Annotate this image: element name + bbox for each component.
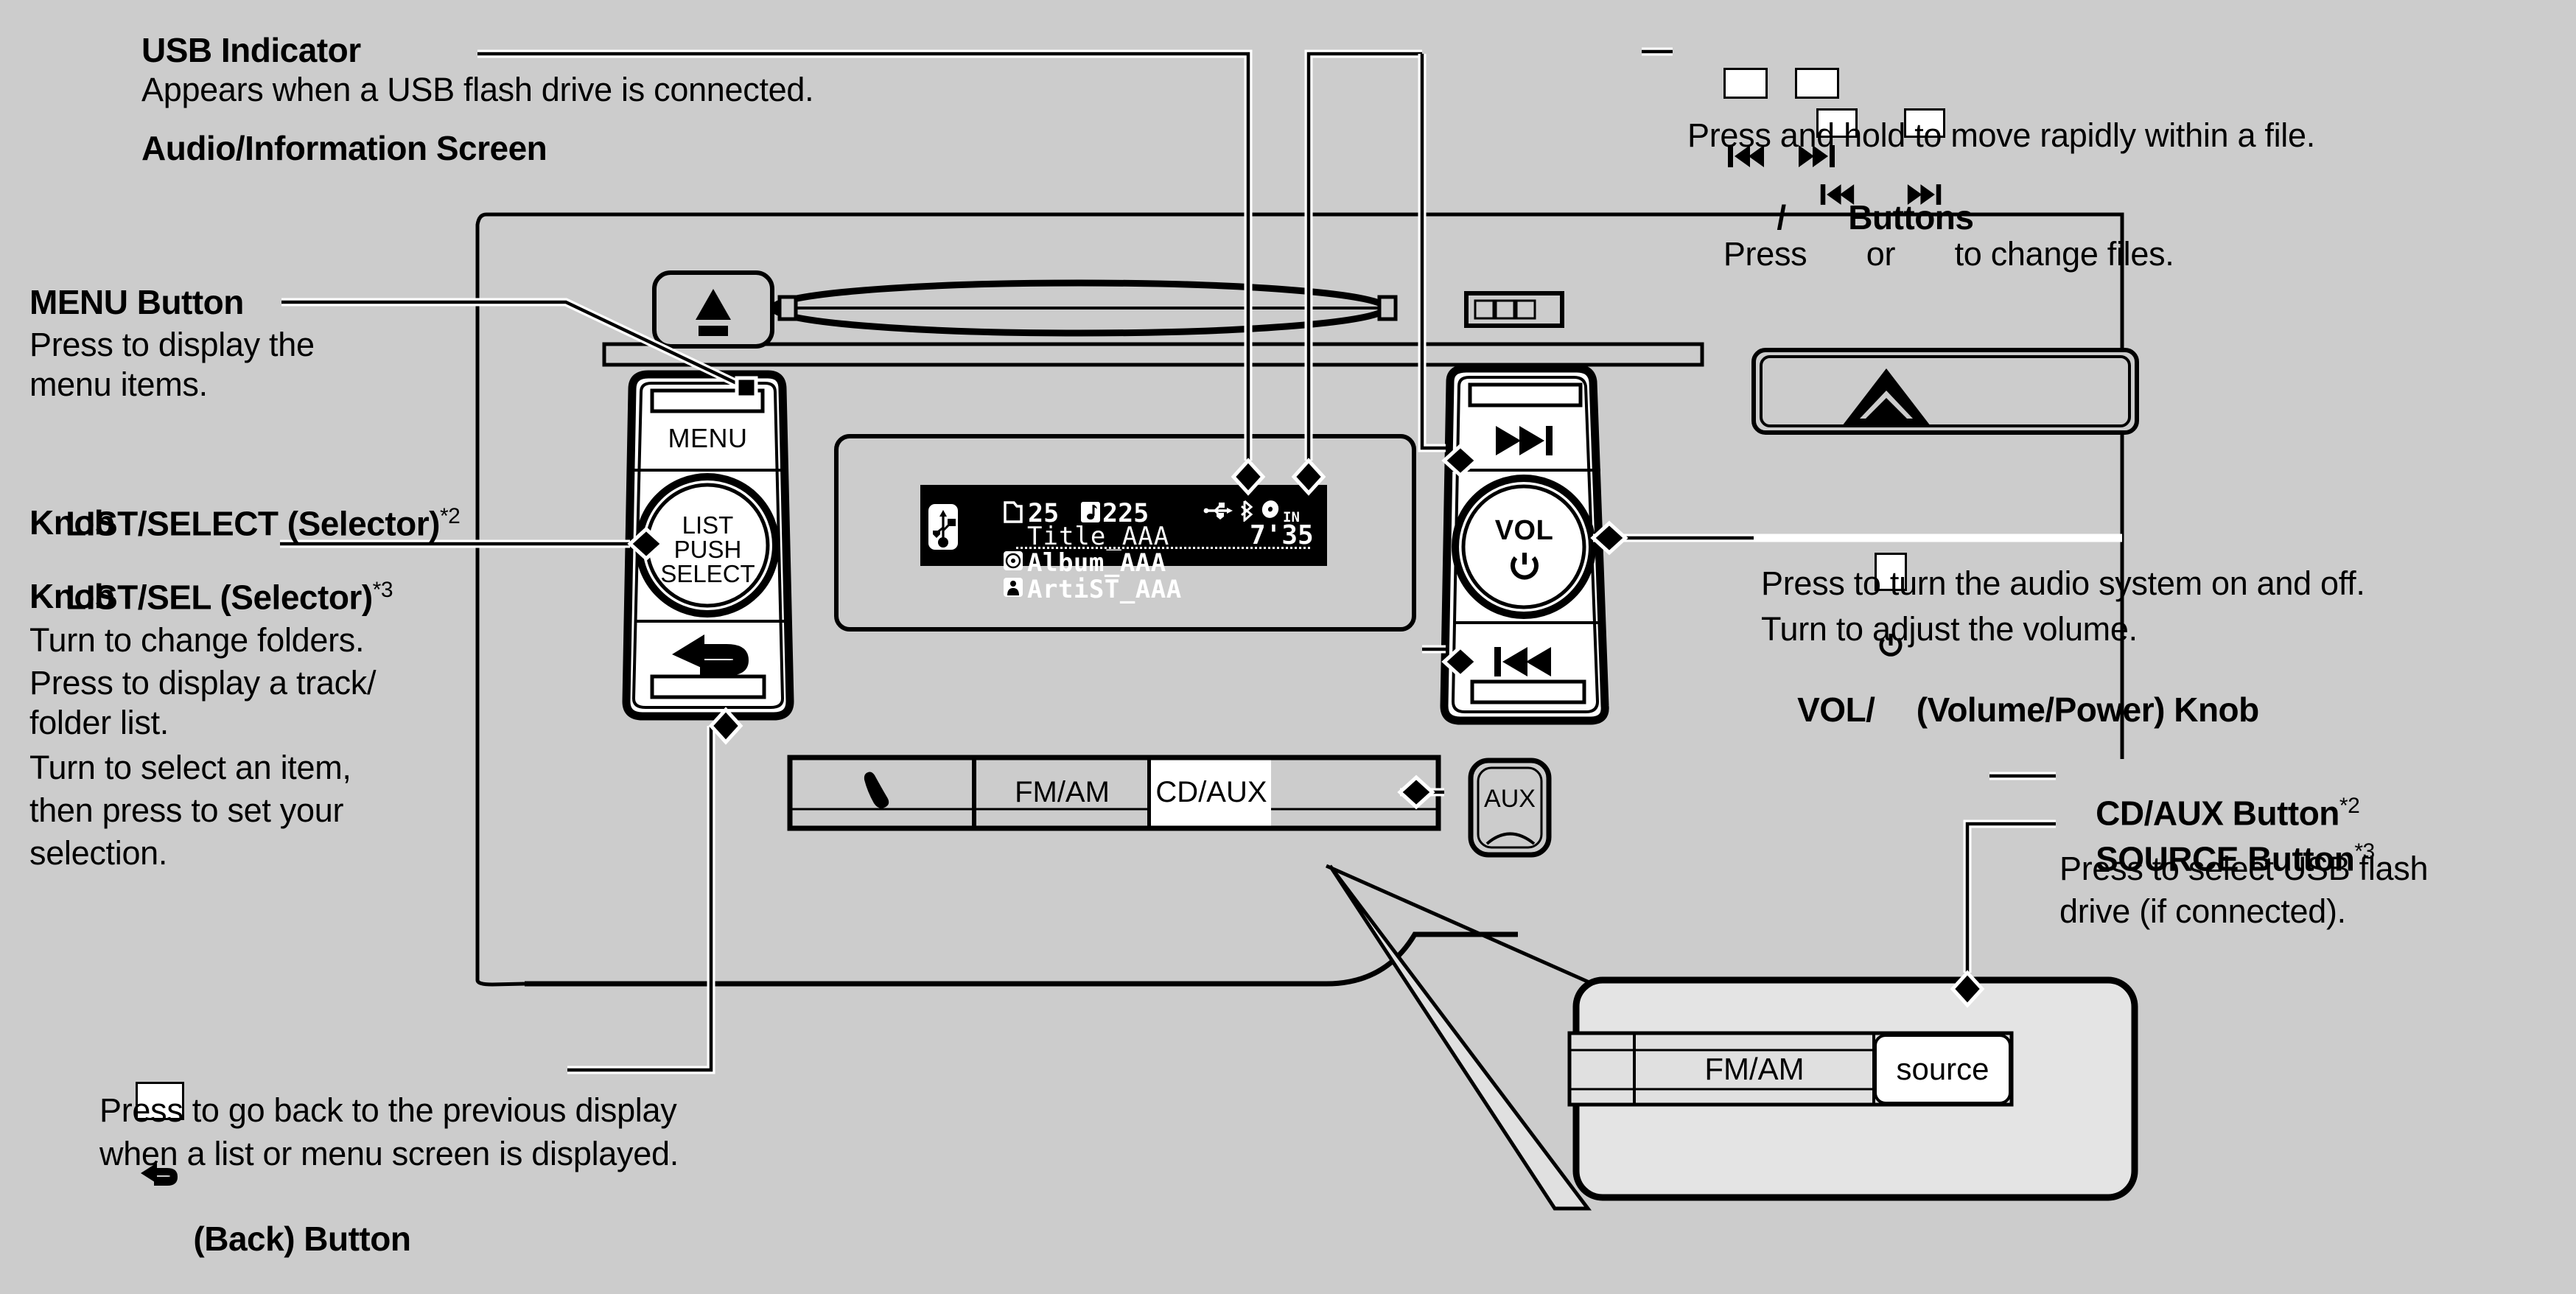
callout-body-menu-line-1: menu items.: [29, 366, 208, 403]
callout-body-menu-line-0: Press to display the: [29, 326, 315, 363]
callout-body-list-line-0: Turn to change folders.: [29, 621, 365, 659]
callout-title-list-select-2b: Knob: [29, 577, 115, 615]
callout-body-back-line-1: when a list or menu screen is displayed.: [99, 1135, 679, 1172]
callout-title-menu-button: MENU Button: [29, 283, 244, 321]
callout-body-list-line-5: selection.: [29, 834, 168, 872]
callout-body-cd-aux-line-0: Press to select USB flash: [2059, 850, 2429, 887]
callout-body-list-line-4: then press to set your: [29, 791, 344, 829]
callout-body-list-line-1: Press to display a track/: [29, 664, 377, 702]
callout-title-usb-indicator: USB Indicator: [141, 31, 361, 69]
list-select-sup-1: *2: [439, 503, 461, 528]
callout-body-vol-line-1: Turn to adjust the volume.: [1761, 610, 2138, 648]
callout-body-back-line-0: Press to go back to the previous display: [99, 1091, 677, 1129]
callout-body-vol-line-0: Press to turn the audio system on and of…: [1761, 564, 2365, 602]
skip-line1-a: Press: [1723, 234, 1816, 273]
vol-title-b: (Volume/Power) Knob: [1907, 690, 2260, 729]
callout-body-skip-line-2: Press and hold to move rapidly within a …: [1687, 116, 2315, 154]
callout-title-list-select-1b: Knob: [29, 503, 115, 542]
callout-body-list-line-3: Turn to select an item,: [29, 749, 351, 786]
skip-line1-c: to change files.: [1945, 234, 2174, 273]
callout-body-skip-line-1: Press or to change files.: [1687, 72, 2174, 308]
callout-body-list-line-2: folder list.: [29, 704, 169, 741]
callout-title-audio-information-screen: Audio/Information Screen: [141, 129, 547, 167]
back-title-suffix: (Back) Button: [184, 1219, 411, 1258]
callout-body-cd-aux-line-1: drive (if connected).: [2059, 892, 2346, 930]
vol-title-a: VOL/: [1797, 690, 1875, 729]
callout-body-usb-indicator-line-0: Appears when a USB flash drive is connec…: [141, 71, 814, 108]
skip-line1-b: or: [1857, 234, 1905, 273]
list-select-title-1: LIST/SELECT (Selector): [66, 504, 440, 542]
list-select-sup-2: *3: [372, 577, 393, 602]
